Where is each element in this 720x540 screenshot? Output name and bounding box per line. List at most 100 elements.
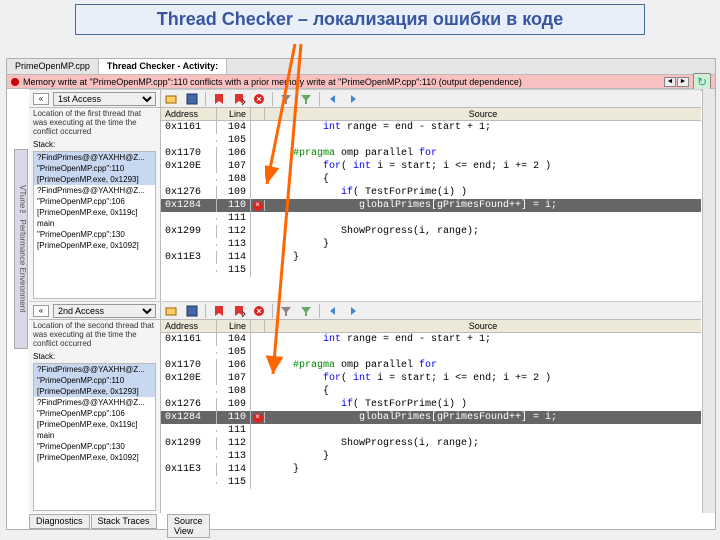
stack-list-2[interactable]: ?FindPrimes@@YAXHH@Z..."PrimeOpenMP.cpp"… [33,363,156,511]
source-line[interactable]: 113 } [161,450,701,463]
source-panel-2: Address Line Source 0x1161104 int range … [161,302,701,513]
col-address[interactable]: Address [161,320,217,332]
prev-icon[interactable] [326,92,340,106]
source-line[interactable]: 113 } [161,238,701,251]
next-icon[interactable] [346,304,360,318]
bookmark-icon[interactable] [212,304,226,318]
source-line[interactable]: 0x1284110× globalPrimes[gPrimesFound++] … [161,411,701,424]
access-panel-1: « 1st Access Location of the first threa… [29,90,161,301]
filter2-icon[interactable] [299,92,313,106]
source-line[interactable]: 115 [161,264,701,277]
collapse-icon[interactable]: « [33,305,49,317]
error-marker-icon: × [253,413,263,423]
access-select-2[interactable]: 2nd Access [53,304,156,318]
source-line[interactable]: 108 { [161,173,701,186]
stack-frame[interactable]: "PrimeOpenMP.cpp":110 [34,163,155,174]
stack-frame[interactable]: [PrimeOpenMP.exe, 0x119c] [34,207,155,218]
vertical-scrollbar[interactable] [702,89,715,513]
col-address[interactable]: Address [161,108,217,120]
source-toolbar-2 [161,302,701,320]
stack-frame[interactable]: "PrimeOpenMP.cpp":106 [34,196,155,207]
col-source[interactable]: Source [265,320,701,332]
col-line[interactable]: Line [217,320,251,332]
error-prev-button[interactable]: ◄ [664,77,676,87]
stack-frame[interactable]: [PrimeOpenMP.exe, 0x119c] [34,419,155,430]
stack-frame[interactable]: [PrimeOpenMP.exe, 0x1092] [34,240,155,251]
stack-frame[interactable]: "PrimeOpenMP.cpp":130 [34,229,155,240]
access-select-1[interactable]: 1st Access [53,92,156,106]
prev-icon[interactable] [326,304,340,318]
bottom-tabs-left: Diagnostics Stack Traces Source View [29,514,158,529]
stack-frame[interactable]: ?FindPrimes@@YAXHH@Z... [34,152,155,163]
tab-diagnostics[interactable]: Diagnostics [29,514,90,529]
source-line[interactable]: 0x1299112 ShowProgress(i, range); [161,437,701,450]
close-icon[interactable] [252,92,266,106]
stack-frame[interactable]: [PrimeOpenMP.exe, 0x1293] [34,386,155,397]
error-text: Memory write at "PrimeOpenMP.cpp":110 co… [23,77,522,87]
tab-source-view[interactable]: Source View [167,514,210,538]
filter-icon[interactable] [279,304,293,318]
open-icon[interactable] [165,92,179,106]
bookmark-icon[interactable] [212,92,226,106]
source-line[interactable]: 0x1276109 if( TestForPrime(i) ) [161,398,701,411]
bookmark-next-icon[interactable] [232,304,246,318]
source-line[interactable]: 105 [161,346,701,359]
source-toolbar-1 [161,90,701,108]
bookmark-next-icon[interactable] [232,92,246,106]
error-banner: Memory write at "PrimeOpenMP.cpp":110 co… [7,75,715,89]
error-dot-icon [11,78,19,86]
source-line[interactable]: 115 [161,476,701,489]
filter2-icon[interactable] [299,304,313,318]
document-tabs: PrimeOpenMP.cpp Thread Checker - Activit… [7,59,715,75]
stack-frame[interactable]: "PrimeOpenMP.cpp":106 [34,408,155,419]
source-line[interactable]: 111 [161,212,701,225]
source-line[interactable]: 105 [161,134,701,147]
stack-frame[interactable]: [PrimeOpenMP.exe, 0x1293] [34,174,155,185]
source-line[interactable]: 0x1161104 int range = end - start + 1; [161,333,701,346]
stack-frame[interactable]: main [34,430,155,441]
source-panel-1: Address Line Source 0x1161104 int range … [161,90,701,301]
tab-thread-checker[interactable]: Thread Checker - Activity: [99,59,227,74]
source-line[interactable]: 0x1170106 #pragma omp parallel for [161,359,701,372]
save-icon[interactable] [185,92,199,106]
tab-file[interactable]: PrimeOpenMP.cpp [7,59,99,74]
stack-frame[interactable]: "PrimeOpenMP.cpp":130 [34,441,155,452]
col-source[interactable]: Source [265,108,701,120]
source-line[interactable]: 0x11E3114 } [161,251,701,264]
title-banner: Thread Checker – локализация ошибки в ко… [75,4,645,35]
source-line[interactable]: 0x120E107 for( int i = start; i <= end; … [161,160,701,173]
tab-stack-traces[interactable]: Stack Traces [91,514,157,529]
open-icon[interactable] [165,304,179,318]
stack-frame[interactable]: ?FindPrimes@@YAXHH@Z... [34,364,155,375]
stack-frame[interactable]: main [34,218,155,229]
access-desc-1: Location of the first thread that was ex… [29,108,160,138]
source-line[interactable]: 108 { [161,385,701,398]
source-line[interactable]: 0x1170106 #pragma omp parallel for [161,147,701,160]
source-line[interactable]: 0x1276109 if( TestForPrime(i) ) [161,186,701,199]
source-line[interactable]: 0x1161104 int range = end - start + 1; [161,121,701,134]
stack-list-1[interactable]: ?FindPrimes@@YAXHH@Z..."PrimeOpenMP.cpp"… [33,151,156,299]
source-line[interactable]: 0x120E107 for( int i = start; i <= end; … [161,372,701,385]
next-icon[interactable] [346,92,360,106]
close-icon[interactable] [252,304,266,318]
main-area: « 1st Access Location of the first threa… [29,89,701,513]
source-line[interactable]: 0x1284110× globalPrimes[gPrimesFound++] … [161,199,701,212]
source-line[interactable]: 0x11E3114 } [161,463,701,476]
error-next-button[interactable]: ► [677,77,689,87]
stack-label-2: Stack: [29,350,160,361]
app-window: PrimeOpenMP.cpp Thread Checker - Activit… [6,58,716,530]
stack-frame[interactable]: [PrimeOpenMP.exe, 0x1092] [34,452,155,463]
collapse-icon[interactable]: « [33,93,49,105]
stack-frame[interactable]: "PrimeOpenMP.cpp":110 [34,375,155,386]
filter-icon[interactable] [279,92,293,106]
col-line[interactable]: Line [217,108,251,120]
stack-frame[interactable]: ?FindPrimes@@YAXHH@Z... [34,397,155,408]
source-line[interactable]: 0x1299112 ShowProgress(i, range); [161,225,701,238]
stack-frame[interactable]: ?FindPrimes@@YAXHH@Z... [34,185,155,196]
error-marker-icon: × [253,201,263,211]
source-line[interactable]: 111 [161,424,701,437]
col-mark [251,108,265,120]
refresh-button[interactable]: ↻ [693,73,711,91]
save-icon[interactable] [185,304,199,318]
access-desc-2: Location of the second thread that was e… [29,320,160,350]
